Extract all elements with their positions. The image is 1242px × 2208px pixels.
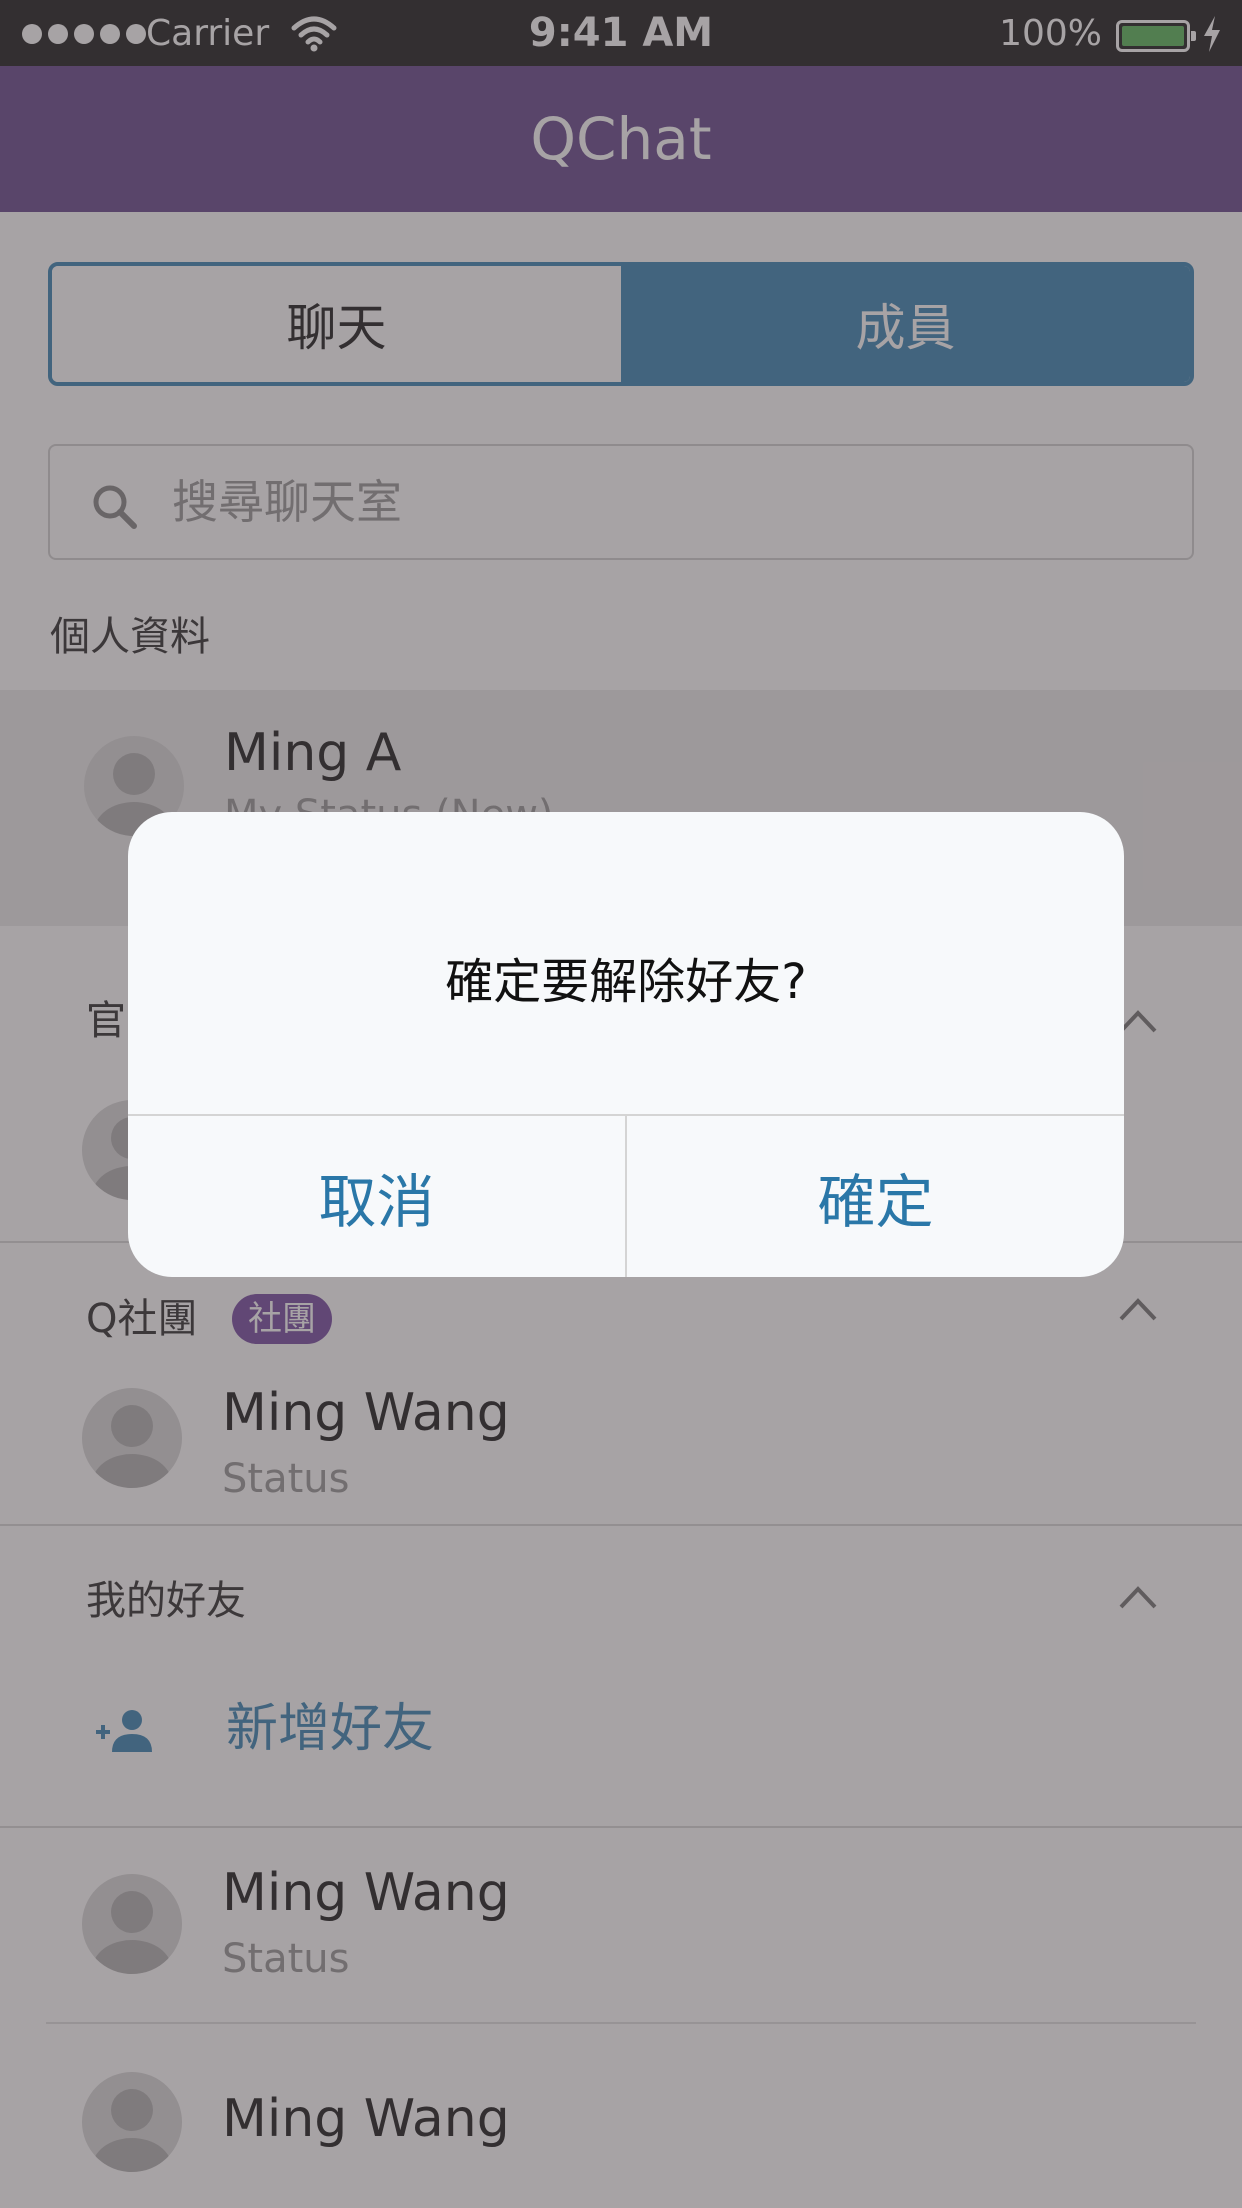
dialog-message: 確定要解除好友?: [445, 954, 807, 1010]
confirm-dialog: 確定要解除好友? 取消 確定: [128, 812, 1124, 1277]
confirm-button[interactable]: 確定: [627, 1116, 1124, 1277]
cancel-button[interactable]: 取消: [128, 1116, 625, 1277]
